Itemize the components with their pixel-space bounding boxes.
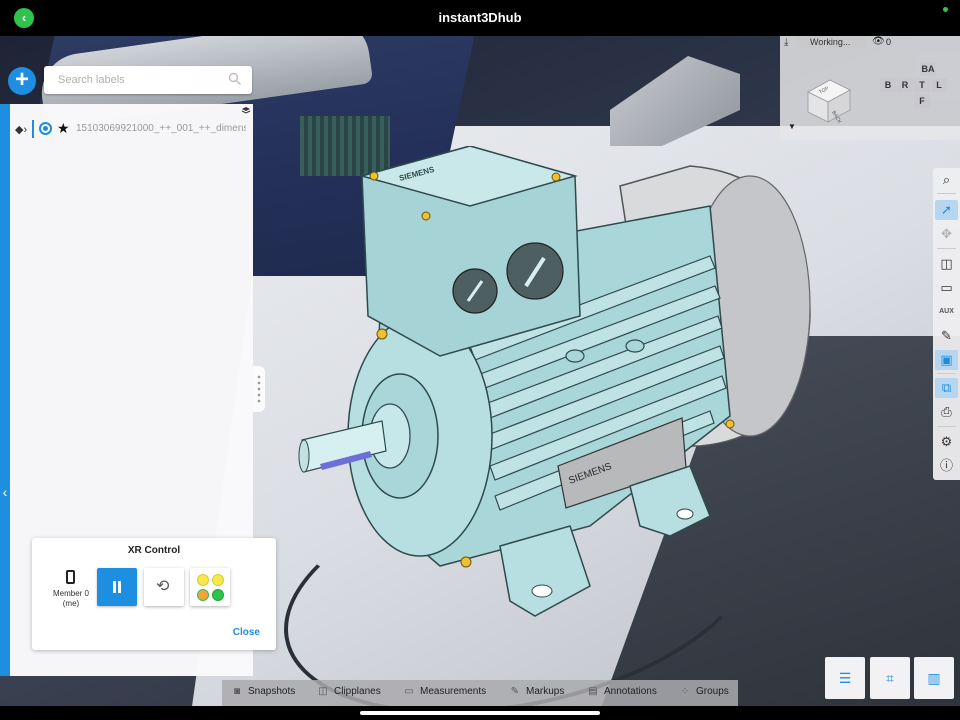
toolbar-divider [937,426,956,427]
tab-label: Measurements [420,686,487,697]
connection-status-dot [943,7,948,12]
view-back-alt-button[interactable]: BA [920,62,936,76]
toolbar-divider [937,193,956,194]
tab-label: Markups [526,686,565,697]
brush-icon: ✎ [510,686,520,697]
pause-button[interactable] [97,568,137,606]
tab-annotations[interactable]: ▤ Annotations [586,686,657,697]
view-bottom-button[interactable]: B [880,78,896,92]
status-light-2 [212,574,224,586]
list-view-button[interactable]: ☰ [825,657,865,699]
view-cube[interactable]: TOP BACK [806,70,852,124]
image-icon[interactable]: ▣ [935,350,958,370]
groups-icon: ⁘ [680,686,690,697]
add-button[interactable]: + [8,67,36,95]
right-toolbar: ⌕ ➚ ✥ ◫ ▭ AUX ✎ ▣ ⧉ ⎙ ⚙ ⓘ [933,168,960,480]
home-indicator[interactable] [360,711,600,715]
star-icon[interactable]: ★ [57,120,70,137]
view-right-button[interactable]: R [897,78,913,92]
view-buttons-grid: BA B R T L F [880,52,960,134]
tab-markups[interactable]: ✎ Markups [508,686,565,697]
print-icon[interactable]: ⎙ [935,402,958,422]
dropdown-triangle-icon[interactable]: ▼ [788,122,796,131]
annotation-icon: ▤ [588,686,598,697]
settings-icon[interactable]: ⚙ [935,432,958,452]
layers-icon[interactable] [241,106,251,116]
view-left-button[interactable]: L [931,78,947,92]
status-light-1 [197,574,209,586]
view-control-widget: ⤓ Working... 👁 0 TOP BACK ▼ BA B R T L F [780,36,960,140]
view-grid-backdrop [916,52,960,100]
download-icon[interactable]: ⤓ [784,37,788,48]
tab-label: Snapshots [248,686,296,697]
info-icon[interactable]: ⓘ [935,456,958,476]
tree-item[interactable]: ◆› ★ 15103069921000_++_001_++_dimensions [10,118,253,140]
fit-view-button[interactable]: ⌗ [870,657,910,699]
expand-toggle-icon[interactable]: ◆› [15,123,27,136]
camera-icon: ◙ [233,686,241,697]
collapse-panel-arrow-icon[interactable]: ‹ [0,484,10,500]
bottom-tab-bar: ◙ Snapshots ◫ Clipplanes ▭ Measurements ✎ Ma… [222,680,738,706]
search-labels-field[interactable]: Search labels [44,66,252,94]
layout-icon: ▥ [927,670,941,686]
tab-snapshots[interactable]: ◙ Snapshots [230,686,295,697]
visibility-radio[interactable] [39,122,52,135]
member-label: Member 0 (me) [52,589,89,608]
motor-model[interactable]: SIEMENS SIEMENS [290,135,830,626]
cast-icon[interactable]: ⧉ [935,378,958,398]
close-button[interactable]: Close [233,627,260,638]
eye-icon: 👁 [872,36,885,47]
reset-icon: ⟲ [156,578,170,595]
list-icon: ☰ [838,670,852,686]
toolbar-divider [937,373,956,374]
tab-label: Groups [696,686,729,697]
app-root: ‹ instant3Dhub SIEMENS SIEMENS + Search … [0,0,960,720]
tab-label: Clipplanes [334,686,381,697]
search-icon[interactable]: ⌕ [935,170,958,190]
layout-button[interactable]: ▥ [914,657,954,699]
clipplane-icon: ◫ [318,686,328,697]
ruler-icon[interactable]: ▭ [935,278,958,298]
app-title: instant3Dhub [438,10,522,25]
split-icon[interactable]: ◫ [935,254,958,274]
panel-accent-bar [0,104,10,676]
search-icon[interactable] [228,72,242,86]
aux-button[interactable]: AUX [935,302,958,322]
search-input[interactable]: Search labels [58,74,125,86]
status-lights-button[interactable] [190,568,230,606]
xr-control-title: XR Control [127,545,181,556]
select-icon[interactable]: ➚ [935,200,958,220]
toolbar-divider [937,248,956,249]
xr-control-dialog: XR Control Member 0 (me) ⟲ Close [32,538,276,650]
reset-button[interactable]: ⟲ [144,568,184,606]
top-bar: ‹ instant3Dhub [0,0,960,36]
plus-icon: + [14,66,29,93]
focus-icon: ⌗ [886,670,894,686]
pen-icon[interactable]: ✎ [935,326,958,346]
motor-svg: SIEMENS SIEMENS [298,135,811,617]
working-status: Working... [796,36,866,48]
tree-item-label[interactable]: 15103069921000_++_001_++_dimensions [76,123,246,134]
viewer-count: 0 [886,37,892,47]
grip-dots-icon [256,374,262,404]
view-front-button[interactable]: F [914,94,930,108]
tab-clipplanes[interactable]: ◫ Clipplanes [316,686,381,697]
view-top-button[interactable]: T [914,78,930,92]
tab-groups[interactable]: ⁘ Groups [678,686,729,697]
tab-label: Annotations [604,686,657,697]
status-light-4 [212,589,224,601]
status-light-3 [197,589,209,601]
phone-icon [66,570,75,584]
selection-bar [32,120,34,138]
panel-resize-handle[interactable] [253,366,265,412]
tab-measurements[interactable]: ▭ Measurements [402,686,486,697]
ruler-icon: ▭ [404,686,414,697]
move-icon[interactable]: ✥ [935,224,958,244]
